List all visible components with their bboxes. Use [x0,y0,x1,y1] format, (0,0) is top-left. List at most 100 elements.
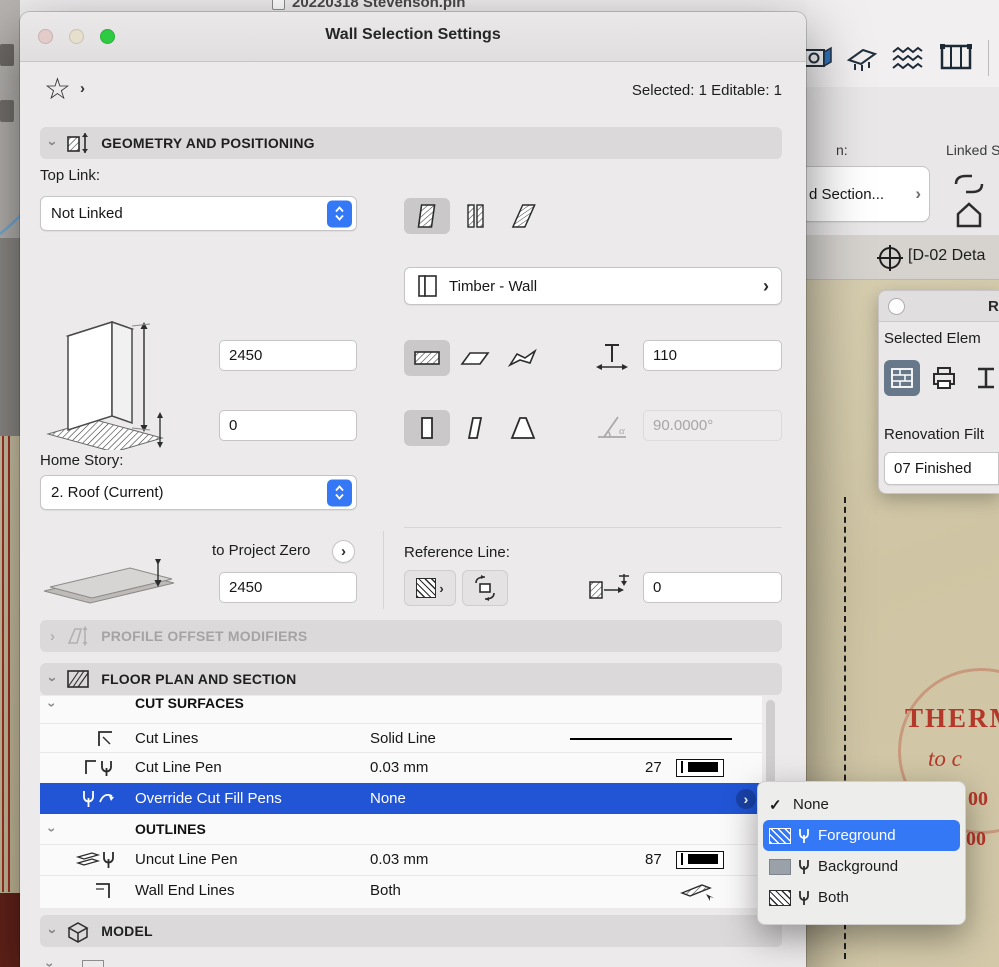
chevron-right-icon: › [743,791,749,807]
pen-number: 27 [645,759,662,776]
element-type-beam-button[interactable] [968,360,999,396]
project-zero-menu-button[interactable]: › [332,540,355,563]
top-link-value: Not Linked [51,205,123,222]
profile-slanted-icon [467,417,483,439]
chevron-down-icon: › [44,928,62,934]
reference-line-side-button[interactable]: › [404,570,456,606]
left-maroon-block [0,893,20,967]
geometry-vdivider [383,531,384,609]
row-value: Both [370,882,401,899]
menu-item-both[interactable]: Both [763,882,960,913]
table-row-override-cut-fill-pens[interactable]: Override Cut Fill Pens None › [40,783,762,814]
section-select-button[interactable]: d Section... › [800,166,930,222]
table-row-cut-lines[interactable]: Cut Lines Solid Line [40,723,762,754]
menu-item-label: Background [818,858,899,875]
profile-straight-icon [421,417,433,439]
row-label: Wall End Lines [135,882,235,899]
cut-fill-hatched-button[interactable] [404,340,450,376]
toolbar-divider [988,40,989,76]
row-value: None [370,790,406,807]
panel-radio[interactable] [888,298,905,315]
profile-double-slanted-button[interactable] [500,410,546,446]
element-type-wall-button[interactable] [884,360,920,396]
pen-icon [799,828,809,843]
cut-fill-hatched-icon [414,351,440,365]
renovation-filter-dropdown[interactable]: 07 Finished [884,452,999,485]
group-outlines[interactable]: › OUTLINES [40,813,762,845]
section-geometry[interactable]: › GEOMETRY AND POSITIONING [40,127,782,159]
wall-method-basic-button[interactable] [404,198,450,234]
wall-thickness-field[interactable]: 110 [643,340,782,371]
wall-method-complex-button[interactable] [500,198,546,234]
chevron-down-icon: › [42,962,59,967]
wall-base-offset-field[interactable]: 0 [219,410,357,441]
flip-reference-button[interactable] [462,570,508,606]
elevation-field[interactable]: 2450 [219,572,357,603]
home-story-value: 2. Roof (Current) [51,484,164,501]
group-cut-surfaces[interactable]: › CUT SURFACES [40,696,762,720]
printer-icon [933,367,955,389]
favorites-button[interactable]: ☆ › [44,73,96,112]
screen: 20220318 Stevenson.pln THERMA to c 00 00… [0,0,999,967]
chevron-down-icon: › [44,676,62,682]
map-red-line [8,436,10,892]
row-value: Solid Line [370,730,436,747]
menu-item-foreground[interactable]: Foreground [763,820,960,851]
profile-slanted-button[interactable] [452,410,498,446]
cut-fill-slab-button[interactable] [452,340,498,376]
background-titlebar: 20220318 Stevenson.pln [20,0,806,12]
row-label: Cut Line Pen [135,759,222,776]
composite-icon [418,275,437,297]
wall-method-composite-button[interactable] [452,198,498,234]
pen-color-preview[interactable] [676,759,724,777]
composite-select-button[interactable]: Timber - Wall › [404,267,782,305]
composite-name: Timber - Wall [449,277,538,295]
reference-offset-icon [589,574,629,599]
override-cut-fill-pens-menu: ✓ None Foreground Background Both [757,781,966,925]
section-floorplan-label: FLOOR PLAN AND SECTION [101,671,297,687]
to-project-zero-label: to Project Zero [212,542,311,559]
menu-item-background[interactable]: Background [763,851,960,882]
element-type-printer-button[interactable] [926,360,962,396]
section-floorplan[interactable]: › FLOOR PLAN AND SECTION [40,663,782,695]
curtain-wall-icon[interactable] [938,40,974,76]
row-menu-button[interactable]: › [736,789,756,809]
table-row-cut-line-pen[interactable]: Cut Line Pen 0.03 mm 27 [40,752,762,783]
line-type-preview [570,738,732,740]
pen-color-preview[interactable] [676,851,724,869]
profile-double-slanted-icon [510,417,536,439]
wall-height-field[interactable]: 2450 [219,340,357,371]
home-story-dropdown[interactable]: 2. Roof (Current) [40,475,357,510]
reference-hatch-icon [416,578,437,598]
table-row-uncut-line-pen[interactable]: Uncut Line Pen 0.03 mm 87 [40,844,762,875]
wall-end-lines-icon [96,883,110,898]
row-value: 0.03 mm [370,759,429,776]
slant-angle-icon: α [598,416,626,438]
map-red-line [2,436,4,892]
section-model[interactable]: › MODEL [40,915,782,947]
railing-icon[interactable] [890,42,924,76]
both-fill-icon [769,889,791,906]
reference-offset-field[interactable]: 0 [643,572,782,603]
chevron-right-icon: › [80,80,85,97]
flip-icon [475,575,495,601]
cut-fill-folded-button[interactable] [500,340,546,376]
top-link-dropdown[interactable]: Not Linked [40,196,357,231]
detail-marker-icon [877,245,903,271]
home-icon[interactable] [952,200,986,230]
dialog-titlebar[interactable]: Wall Selection Settings [20,12,806,62]
uncut-line-pen-icon [76,852,114,868]
marker-link-icon[interactable] [952,170,986,198]
pen-icon [799,859,809,874]
cut-lines-icon [98,731,112,746]
top-link-label: Top Link: [40,167,101,184]
profile-straight-button[interactable] [404,410,450,446]
document-icon [272,0,285,10]
table-row-wall-end-lines[interactable]: Wall End Lines Both [40,875,762,906]
dialog-title: Wall Selection Settings [325,26,501,43]
grading-icon[interactable] [845,42,879,76]
pen-icon [799,890,809,905]
section-profile-offset-label: PROFILE OFFSET MODIFIERS [101,628,308,644]
wall-height-value: 2450 [229,347,263,364]
menu-item-none[interactable]: ✓ None [763,789,960,820]
